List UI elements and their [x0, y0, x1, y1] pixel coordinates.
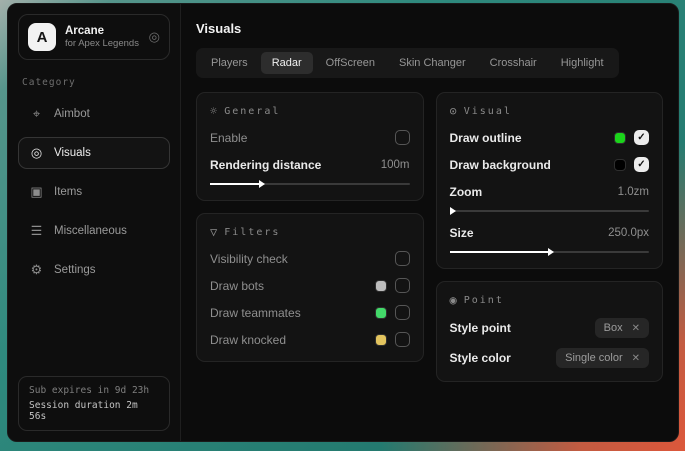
visuals-tabbar: Players Radar OffScreen Skin Changer Cro…	[196, 48, 619, 78]
list-icon: ☰	[29, 223, 44, 239]
rendering-distance-value: 100m	[381, 159, 410, 171]
session-duration-text: Session duration 2m 56s	[29, 400, 159, 422]
tab-players[interactable]: Players	[200, 52, 259, 74]
draw-outline-label: Draw outline	[450, 131, 522, 145]
draw-outline-color-swatch[interactable]	[614, 132, 626, 144]
sidebar-item-aimbot[interactable]: ⌖ Aimbot	[18, 98, 170, 130]
panel-title: Filters	[224, 227, 280, 238]
draw-knocked-label: Draw knocked	[210, 333, 286, 347]
session-info-box: Sub expires in 9d 23h Session duration 2…	[18, 376, 170, 431]
draw-teammates-checkbox[interactable]	[395, 305, 410, 320]
draw-background-color-swatch[interactable]	[614, 159, 626, 171]
crosshair-icon: ⌖	[29, 106, 44, 122]
enable-label: Enable	[210, 131, 247, 145]
sidebar-item-label: Aimbot	[54, 108, 90, 120]
app-logo: A	[28, 23, 56, 51]
visibility-check-checkbox[interactable]	[395, 251, 410, 266]
sidebar: A Arcane for Apex Legends ◎ Category ⌖ A…	[8, 4, 181, 441]
point-panel: ◉ Point Style point Box ✕ Style color S	[436, 281, 664, 382]
style-point-select[interactable]: Box ✕	[595, 318, 649, 338]
sidebar-item-miscellaneous[interactable]: ☰ Miscellaneous	[18, 215, 170, 247]
filters-panel: ▽ Filters Visibility check Draw bots	[196, 213, 424, 362]
close-icon[interactable]: ✕	[632, 353, 640, 364]
panel-title: Visual	[464, 106, 512, 117]
draw-outline-checkbox[interactable]: ✓	[634, 130, 649, 145]
page-title: Visuals	[196, 21, 663, 36]
app-subtitle: for Apex Legends	[65, 38, 140, 50]
draw-background-label: Draw background	[450, 158, 551, 172]
style-point-value: Box	[604, 322, 623, 334]
visual-panel: ⊙ Visual Draw outline ✓ Draw background	[436, 92, 664, 269]
panel-title: Point	[464, 295, 504, 306]
sidebar-item-items[interactable]: ▣ Items	[18, 176, 170, 208]
rendering-distance-slider[interactable]	[210, 183, 410, 185]
tab-offscreen[interactable]: OffScreen	[315, 52, 386, 74]
zoom-label: Zoom	[450, 185, 483, 199]
tab-crosshair[interactable]: Crosshair	[479, 52, 548, 74]
sub-expires-text: Sub expires in 9d 23h	[29, 385, 159, 396]
zoom-value: 1.0zm	[618, 186, 649, 198]
funnel-icon: ▽	[210, 225, 217, 239]
general-panel: ☼ General Enable Rendering distance 100m	[196, 92, 424, 201]
close-icon[interactable]: ✕	[632, 323, 640, 334]
draw-knocked-color-swatch[interactable]	[375, 334, 387, 346]
eye-orbit-icon: ◎	[29, 145, 44, 161]
gear-icon: ⚙	[29, 262, 44, 278]
sun-icon: ☼	[210, 104, 217, 118]
draw-bots-color-swatch[interactable]	[375, 280, 387, 292]
draw-bots-checkbox[interactable]	[395, 278, 410, 293]
sidebar-item-visuals[interactable]: ◎ Visuals	[18, 137, 170, 169]
panel-title: General	[224, 106, 280, 117]
logo-card: A Arcane for Apex Legends ◎	[18, 14, 170, 60]
sidebar-item-label: Settings	[54, 264, 96, 276]
draw-bots-label: Draw bots	[210, 279, 264, 293]
eye-icon: ⊙	[450, 104, 457, 118]
tab-radar[interactable]: Radar	[261, 52, 313, 74]
draw-background-checkbox[interactable]: ✓	[634, 157, 649, 172]
app-name: Arcane	[65, 24, 140, 38]
tab-highlight[interactable]: Highlight	[550, 52, 615, 74]
size-slider[interactable]	[450, 251, 650, 253]
zoom-slider[interactable]	[450, 210, 650, 212]
size-label: Size	[450, 226, 474, 240]
sidebar-item-label: Items	[54, 186, 82, 198]
size-value: 250.0px	[608, 227, 649, 239]
sidebar-item-label: Miscellaneous	[54, 225, 127, 237]
rendering-distance-label: Rendering distance	[210, 158, 321, 172]
dot-icon: ◉	[450, 293, 457, 307]
enable-checkbox[interactable]	[395, 130, 410, 145]
draw-teammates-label: Draw teammates	[210, 306, 301, 320]
style-color-value: Single color	[565, 352, 622, 364]
style-point-label: Style point	[450, 321, 511, 335]
style-color-select[interactable]: Single color ✕	[556, 348, 649, 368]
sidebar-item-settings[interactable]: ⚙ Settings	[18, 254, 170, 286]
style-color-label: Style color	[450, 351, 511, 365]
draw-teammates-color-swatch[interactable]	[375, 307, 387, 319]
tab-skin-changer[interactable]: Skin Changer	[388, 52, 477, 74]
visibility-check-label: Visibility check	[210, 252, 288, 266]
main-content: Visuals Players Radar OffScreen Skin Cha…	[181, 4, 678, 441]
app-window: A Arcane for Apex Legends ◎ Category ⌖ A…	[7, 3, 679, 442]
sidebar-item-label: Visuals	[54, 147, 91, 159]
draw-knocked-checkbox[interactable]	[395, 332, 410, 347]
box-icon: ▣	[29, 184, 44, 200]
target-icon[interactable]: ◎	[149, 29, 160, 45]
category-label: Category	[22, 77, 166, 88]
